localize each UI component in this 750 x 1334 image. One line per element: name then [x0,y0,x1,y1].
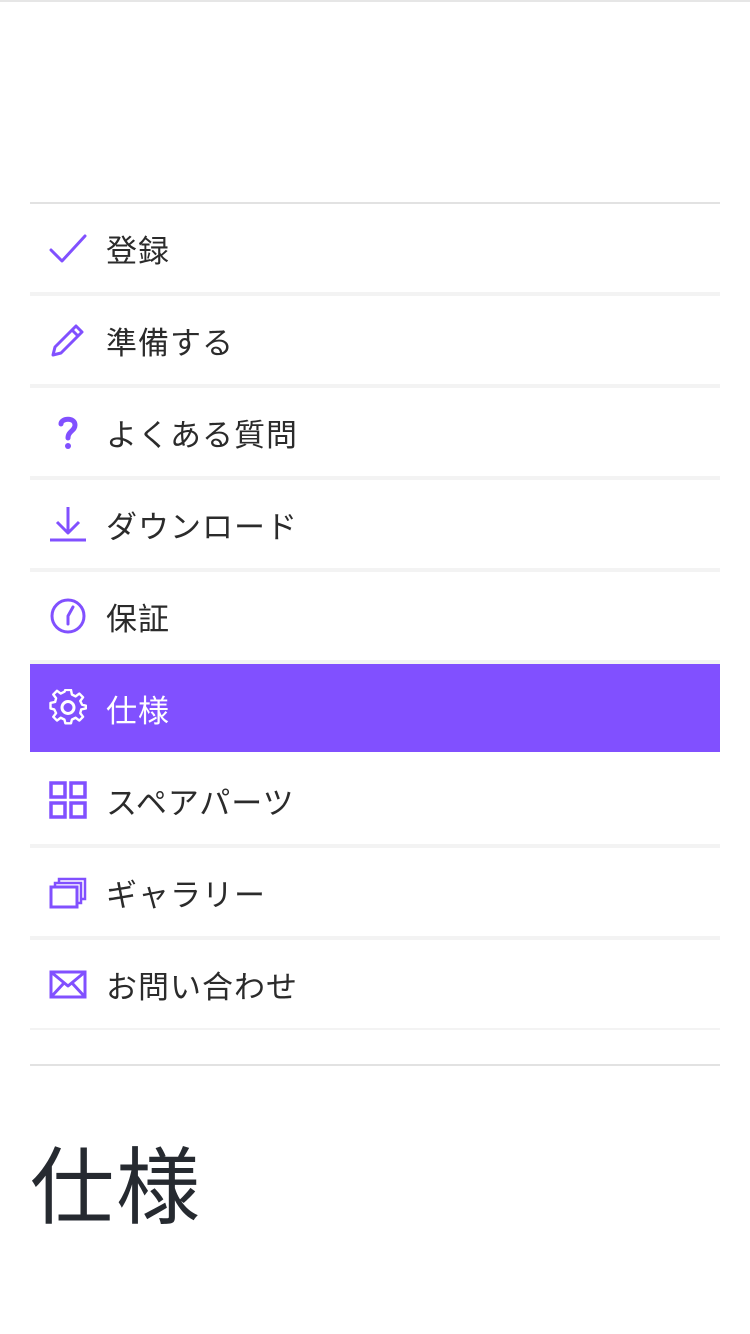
menu-item-faq[interactable]: よくある質問 [30,388,720,480]
mail-icon [49,965,87,1003]
menu-item-register[interactable]: 登録 [30,204,720,296]
question-icon [49,413,87,451]
menu-item-warranty[interactable]: 保証 [30,572,720,664]
page-title: 仕様 [30,1139,203,1237]
menu-item-label: 仕様 [106,693,170,730]
menu-item-specs[interactable]: 仕様 [30,664,720,756]
clock-icon [49,597,87,635]
top-divider [0,0,750,2]
menu-item-label: 登録 [106,233,170,270]
menu-item-spare-parts[interactable]: スペアパーツ [30,756,720,848]
section-divider [30,1064,720,1066]
menu-item-label: スペアパーツ [106,785,295,822]
menu-item-label: お問い合わせ [106,969,298,1006]
side-menu: 登録 準備する よくある質問 ダウンロード 保証 仕様 スペアパーツ ギャラリー… [30,202,720,1030]
gallery-icon [49,873,87,911]
menu-item-prepare[interactable]: 準備する [30,296,720,388]
download-icon [49,505,87,543]
menu-item-label: よくある質問 [106,417,298,454]
grid-icon [49,781,87,819]
menu-item-label: 保証 [106,601,170,638]
gear-icon [49,689,87,727]
menu-item-label: ギャラリー [106,877,266,914]
check-icon [49,229,87,267]
pencil-icon [49,321,87,359]
menu-item-contact[interactable]: お問い合わせ [30,940,720,1030]
menu-item-download[interactable]: ダウンロード [30,480,720,572]
menu-item-label: 準備する [106,325,234,362]
menu-item-gallery[interactable]: ギャラリー [30,848,720,940]
menu-item-label: ダウンロード [106,509,298,546]
